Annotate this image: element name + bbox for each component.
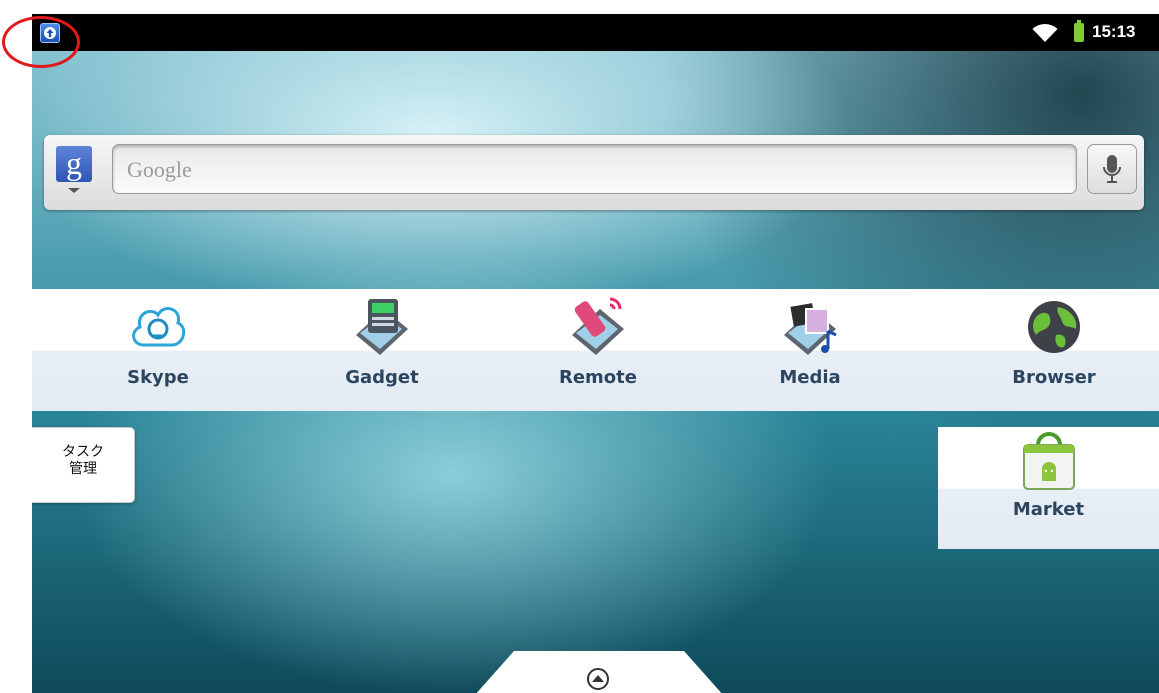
- search-placeholder: Google: [127, 157, 192, 182]
- google-search-button[interactable]: g: [56, 146, 94, 198]
- app-remote[interactable]: Remote: [518, 295, 678, 405]
- task-manager-widget[interactable]: タスク 管理: [32, 427, 135, 503]
- app-label-remote: Remote: [558, 367, 637, 388]
- app-gadget[interactable]: Gadget: [302, 295, 462, 405]
- market-bag-icon: [1023, 432, 1075, 490]
- app-shortcut-bar: Skype Gadget Remote Media Browser: [32, 289, 1159, 411]
- gadget-icon: [356, 299, 408, 355]
- voice-search-button[interactable]: [1087, 144, 1137, 194]
- skype-icon: [132, 307, 186, 347]
- dropdown-arrow-icon: [68, 188, 80, 193]
- app-skype[interactable]: Skype: [78, 295, 238, 405]
- app-browser[interactable]: Browser: [974, 295, 1134, 405]
- app-label-gadget: Gadget: [345, 367, 419, 388]
- upload-notification-icon[interactable]: [40, 23, 60, 43]
- app-label-browser: Browser: [1012, 367, 1096, 388]
- browser-globe-icon: [1028, 301, 1080, 353]
- search-input[interactable]: Google: [112, 144, 1077, 194]
- home-screen: 15:13 g Google Skype Gadget Remote Media…: [32, 14, 1159, 693]
- app-label-media: Media: [779, 367, 841, 388]
- remote-icon: [572, 297, 624, 355]
- status-bar: 15:13: [32, 14, 1159, 51]
- task-manager-label: タスク 管理: [62, 444, 104, 477]
- wifi-icon: [1032, 23, 1058, 42]
- media-icon: [784, 303, 837, 355]
- app-label-skype: Skype: [127, 367, 189, 388]
- microphone-icon: [1103, 155, 1121, 183]
- app-media[interactable]: Media: [730, 295, 890, 405]
- google-search-widget: g Google: [44, 135, 1144, 210]
- google-g-icon: g: [56, 146, 92, 182]
- app-drawer-button[interactable]: [474, 651, 724, 693]
- clock: 15:13: [1092, 22, 1136, 41]
- battery-icon: [1074, 20, 1084, 42]
- app-label-market: Market: [1012, 499, 1085, 520]
- app-market[interactable]: Market: [938, 427, 1159, 549]
